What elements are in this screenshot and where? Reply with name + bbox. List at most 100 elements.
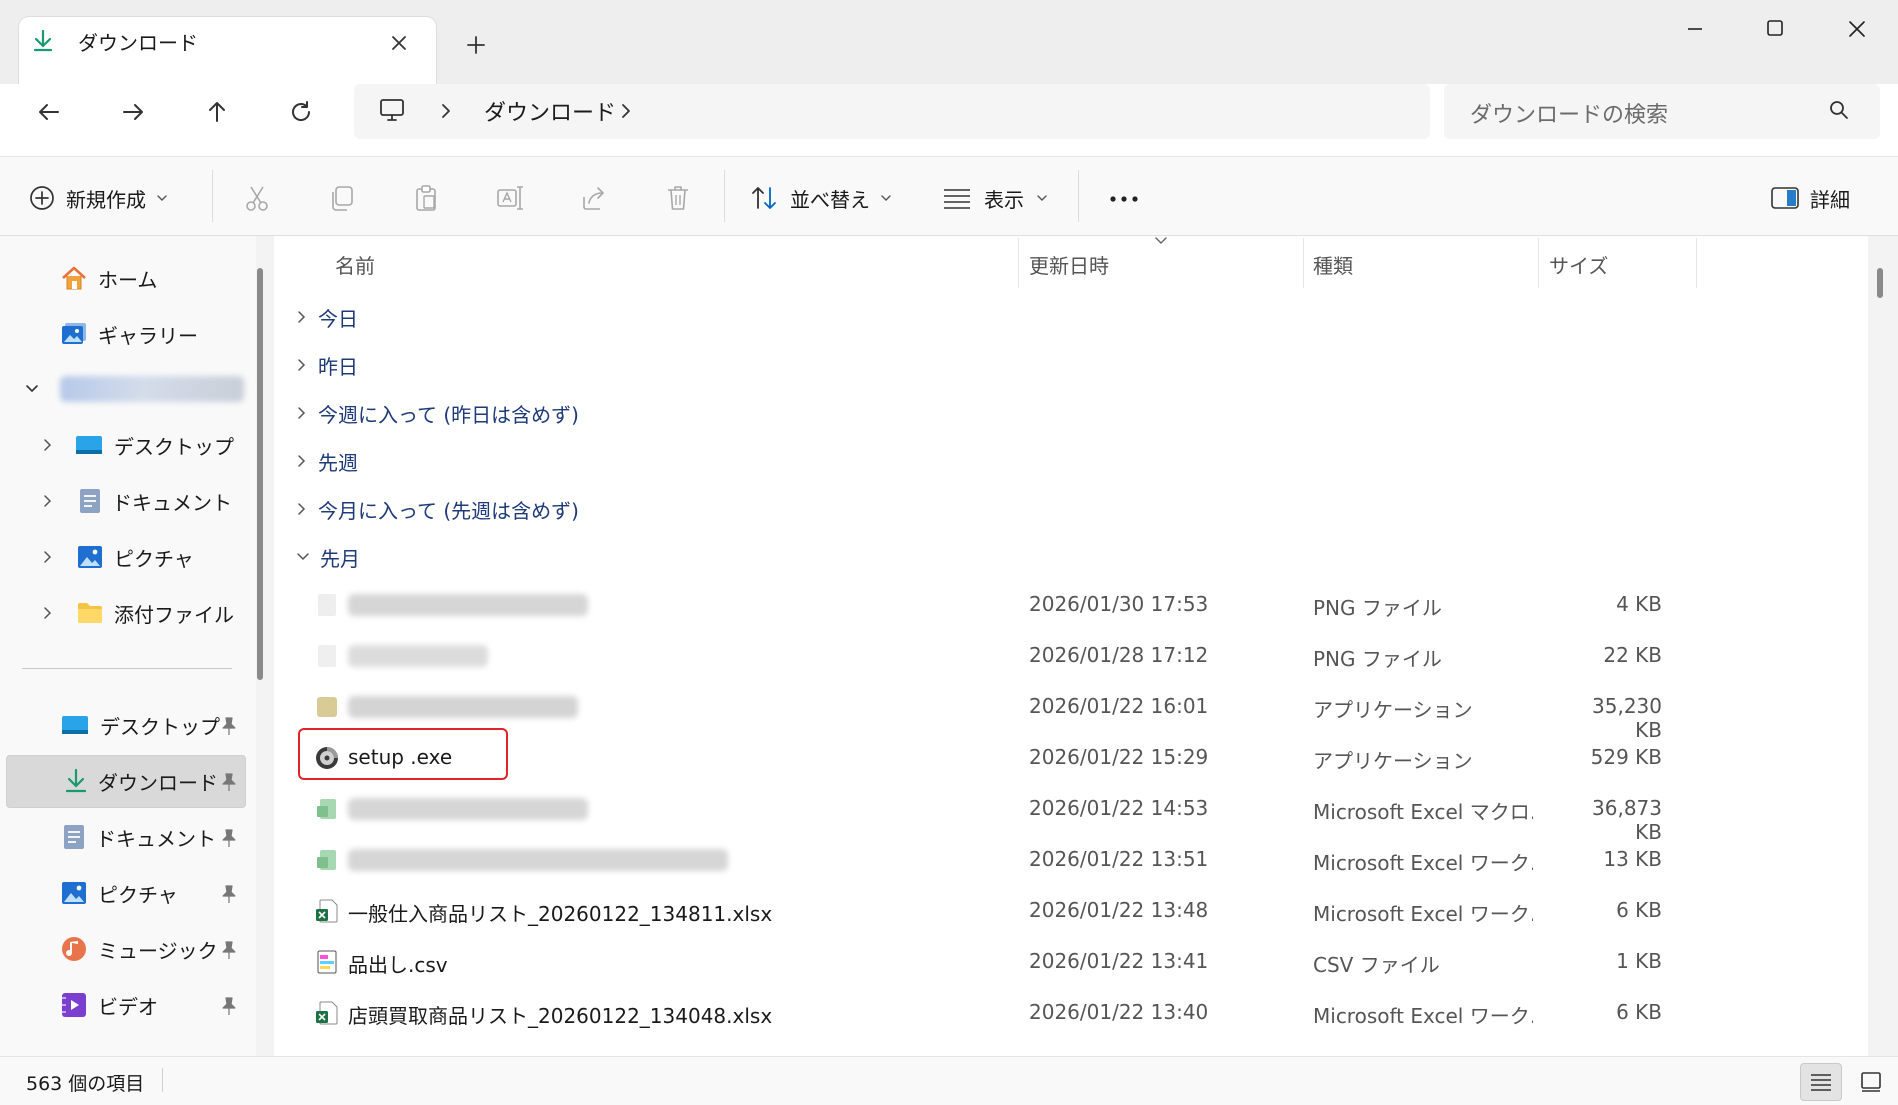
sidebar-item-home[interactable]: ホーム (60, 254, 157, 302)
file-row[interactable]: 店頭買取商品リスト_20260122_134048.xlsx 2026/01/2… (296, 988, 1696, 1038)
tiles-view-button[interactable] (1850, 1063, 1892, 1101)
sidebar-quick-music[interactable]: ミュージック (60, 925, 218, 973)
chevron-right-icon[interactable] (40, 606, 54, 620)
breadcrumb-chevron-icon[interactable] (618, 101, 634, 121)
file-row[interactable]: 2026/01/30 17:53 PNG ファイル 4 KB (296, 580, 1696, 630)
column-header-name[interactable]: 名前 (335, 250, 375, 279)
arrow-left-icon (39, 104, 59, 120)
file-row[interactable]: 2026/01/22 16:01 アプリケーション 35,230 KB (296, 682, 1696, 742)
file-row[interactable]: 2026/01/22 13:51 Microsoft Excel ワーク… 13… (296, 835, 1696, 885)
sort-descending-icon (1154, 236, 1168, 246)
file-name-redacted (348, 798, 588, 820)
highlight-annotation-box (298, 728, 508, 780)
column-header-modified[interactable]: 更新日時 (1029, 250, 1109, 279)
sidebar-tree-pictures[interactable]: ピクチャ (76, 533, 194, 581)
chevron-right-icon[interactable] (40, 550, 54, 564)
sidebar-item-gallery[interactable]: ギャラリー (60, 310, 198, 358)
group-header-yesterday[interactable]: 昨日 (296, 348, 358, 382)
computer-icon[interactable] (378, 97, 406, 123)
rename-icon[interactable] (493, 181, 527, 215)
item-count: 563 個の項目 (26, 1073, 145, 1095)
chevron-right-icon[interactable] (40, 438, 54, 452)
file-row[interactable]: 品出し.csv 2026/01/22 13:41 CSV ファイル 1 KB (296, 937, 1696, 987)
sidebar-tree-desktop[interactable]: デスクトップ (74, 421, 234, 469)
sidebar-item-label: デスクトップ (100, 714, 220, 739)
details-button-label: 詳細 (1810, 187, 1850, 212)
details-view-icon (1811, 1074, 1831, 1091)
cut-icon[interactable] (240, 181, 274, 215)
search-icon[interactable] (1828, 99, 1850, 121)
share-icon[interactable] (577, 181, 611, 215)
chevron-right-icon (298, 311, 306, 323)
group-header-today[interactable]: 今日 (296, 300, 358, 334)
file-type: Microsoft Excel ワーク… (1313, 902, 1533, 926)
back-button[interactable] (27, 90, 71, 134)
paste-icon[interactable] (409, 181, 443, 215)
sidebar-quick-videos[interactable]: ビデオ (60, 981, 158, 1029)
chevron-right-icon (298, 407, 306, 419)
breadcrumb-downloads[interactable]: ダウンロード (484, 95, 616, 127)
view-button[interactable]: 表示 (942, 176, 1048, 220)
pin-icon (220, 716, 238, 736)
file-list-scrollbar[interactable] (1877, 268, 1883, 298)
delete-icon[interactable] (661, 181, 695, 215)
group-header-this-week[interactable]: 今週に入って (昨日は含めず) (296, 396, 579, 430)
refresh-button[interactable] (279, 90, 323, 134)
maximize-button[interactable] (1750, 10, 1798, 48)
group-header-last-week[interactable]: 先週 (296, 444, 358, 478)
music-icon (62, 937, 86, 961)
sidebar-tree-documents[interactable]: ドキュメント (78, 477, 232, 525)
file-row[interactable]: 2026/01/28 17:12 PNG ファイル 22 KB (296, 631, 1696, 681)
excel-file-icon (314, 847, 340, 873)
more-options-button[interactable] (1104, 184, 1144, 214)
home-icon (62, 266, 86, 290)
sidebar-quick-desktop[interactable]: デスクトップ (60, 701, 220, 749)
sidebar-scrollbar[interactable] (257, 268, 263, 680)
breadcrumb-chevron-icon[interactable] (438, 101, 454, 121)
chevron-down-icon[interactable] (25, 381, 39, 395)
copy-icon[interactable] (325, 181, 359, 215)
column-header-size[interactable]: サイズ (1549, 250, 1608, 279)
file-row[interactable]: 2026/01/22 14:53 Microsoft Excel マクロ… 36… (296, 784, 1696, 844)
arrow-up-icon (209, 102, 225, 122)
forward-button[interactable] (111, 90, 155, 134)
new-button[interactable]: 新規作成 (28, 176, 168, 220)
column-divider[interactable] (1696, 238, 1697, 288)
column-divider[interactable] (1538, 238, 1539, 288)
pin-icon (220, 828, 238, 848)
column-header-type[interactable]: 種類 (1313, 250, 1353, 279)
group-header-last-month[interactable]: 先月 (296, 540, 360, 574)
up-button[interactable] (195, 90, 239, 134)
minimize-button[interactable] (1670, 10, 1718, 48)
close-window-button[interactable] (1832, 10, 1880, 48)
tab-label: ダウンロード (78, 31, 198, 55)
file-size: 6 KB (1616, 1000, 1662, 1024)
sidebar-item-label: ダウンロード (98, 770, 218, 795)
column-divider[interactable] (1303, 238, 1304, 288)
tab-close-button[interactable] (384, 28, 414, 58)
new-tab-button[interactable] (460, 29, 492, 61)
application-icon (314, 694, 340, 720)
details-pane-button[interactable]: 詳細 (1770, 176, 1850, 220)
file-date: 2026/01/22 14:53 (1029, 796, 1209, 820)
file-name-redacted (348, 645, 488, 667)
file-type: アプリケーション (1313, 698, 1473, 722)
sort-button[interactable]: 並べ替え (750, 176, 892, 220)
sidebar-tree-attachments[interactable]: 添付ファイル (76, 589, 234, 637)
toolbar-divider (212, 170, 213, 222)
tiles-view-icon (1861, 1072, 1881, 1092)
plus-circle-icon (30, 186, 54, 210)
sidebar-item-onedrive[interactable] (60, 376, 244, 402)
sidebar-quick-downloads[interactable]: ダウンロード (64, 757, 218, 805)
details-view-button[interactable] (1800, 1063, 1842, 1101)
sort-icon (752, 187, 776, 209)
search-input[interactable]: ダウンロードの検索 (1470, 97, 1668, 129)
sidebar-quick-documents[interactable]: ドキュメント (62, 813, 216, 861)
file-row[interactable]: 一般仕入商品リスト_20260122_134811.xlsx 2026/01/2… (296, 886, 1696, 936)
chevron-right-icon[interactable] (40, 494, 54, 508)
download-icon (32, 29, 54, 53)
column-divider[interactable] (1018, 238, 1019, 288)
sidebar-quick-pictures[interactable]: ピクチャ (60, 869, 178, 917)
group-header-this-month[interactable]: 今月に入って (先週は含めず) (296, 492, 579, 526)
sidebar-divider (22, 668, 232, 669)
